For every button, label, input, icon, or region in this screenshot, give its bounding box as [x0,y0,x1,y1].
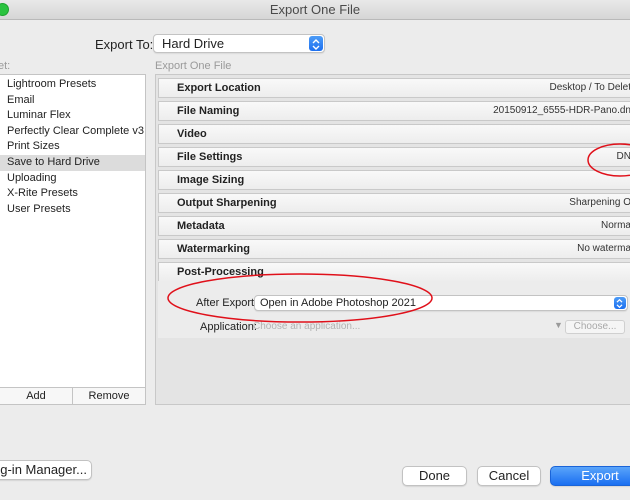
after-export-select[interactable]: Open in Adobe Photoshop 2021 [254,295,628,311]
section-summary: 20150912_6555-HDR-Pano.dn [493,105,630,116]
export-caption: Export One File [155,60,232,72]
preset-item[interactable]: Lightroom Presets [0,77,145,93]
export-to-select[interactable]: Hard Drive [153,34,325,53]
section-title: Image Sizing [177,174,245,186]
export-to-value: Hard Drive [162,36,225,51]
section-title: Metadata [177,220,225,232]
section-summary: No waterma [577,243,630,254]
after-export-value: Open in Adobe Photoshop 2021 [260,297,416,309]
application-field[interactable]: Choose an application... [253,321,360,332]
section-title: Watermarking [177,243,250,255]
section-output-sharpening[interactable]: Output Sharpening Sharpening O [158,193,630,213]
preset-caption: et: [0,60,11,72]
add-preset-button[interactable]: Add [0,388,72,404]
preset-item[interactable]: Print Sizes [0,139,145,155]
export-to-label: Export To: [95,37,154,52]
section-summary: Norma [600,220,630,231]
section-title: Output Sharpening [177,197,277,209]
preset-list: Lightroom Presets Email Luminar Flex Per… [0,75,145,217]
preset-list-panel: Lightroom Presets Email Luminar Flex Per… [0,74,146,405]
preset-item[interactable]: Luminar Flex [0,108,145,124]
section-watermarking[interactable]: Watermarking No waterma [158,239,630,259]
section-file-settings[interactable]: File Settings DN [158,147,630,167]
select-arrows-icon [614,297,626,309]
section-title: Video [177,128,207,140]
preset-item[interactable]: X-Rite Presets [0,186,145,202]
select-arrows-icon [309,36,323,51]
section-export-location[interactable]: Export Location Desktop / To Delet [158,78,630,98]
preset-item[interactable]: Perfectly Clear Complete v3 [0,124,145,140]
export-settings-panel: Export Location Desktop / To Delet File … [155,74,630,405]
section-post-processing[interactable]: Post-Processing [158,262,630,282]
zoom-window-button[interactable] [0,3,9,16]
section-title: Post-Processing [177,266,264,278]
title-bar: Export One File [0,0,630,20]
section-metadata[interactable]: Metadata Norma [158,216,630,236]
chevron-down-icon: ▼ [554,320,563,330]
section-video[interactable]: Video [158,124,630,144]
section-summary: Desktop / To Delet [549,82,630,93]
section-file-naming[interactable]: File Naming 20150912_6555-HDR-Pano.dn [158,101,630,121]
section-summary: DN [616,151,630,162]
choose-application-button[interactable]: Choose... [565,320,625,334]
done-button[interactable]: Done [402,466,467,486]
section-summary: Sharpening O [569,197,630,208]
remove-preset-button[interactable]: Remove [72,388,145,404]
post-processing-content: After Export: Open in Adobe Photoshop 20… [158,281,630,338]
after-export-label: After Export: [196,297,258,309]
cancel-button[interactable]: Cancel [477,466,541,486]
section-image-sizing[interactable]: Image Sizing [158,170,630,190]
application-label: Application: [200,321,257,333]
preset-item[interactable]: Uploading [0,171,145,187]
preset-item[interactable]: Email [0,93,145,109]
preset-item-selected[interactable]: Save to Hard Drive [0,154,145,171]
preset-item[interactable]: User Presets [0,202,145,218]
section-title: File Naming [177,105,240,117]
section-title: File Settings [177,151,243,163]
window-title: Export One File [269,2,361,17]
preset-list-footer: Add Remove [0,387,145,404]
section-title: Export Location [177,82,261,94]
plugin-manager-button[interactable]: ug-in Manager... [0,460,92,480]
export-button[interactable]: Export [550,466,630,486]
